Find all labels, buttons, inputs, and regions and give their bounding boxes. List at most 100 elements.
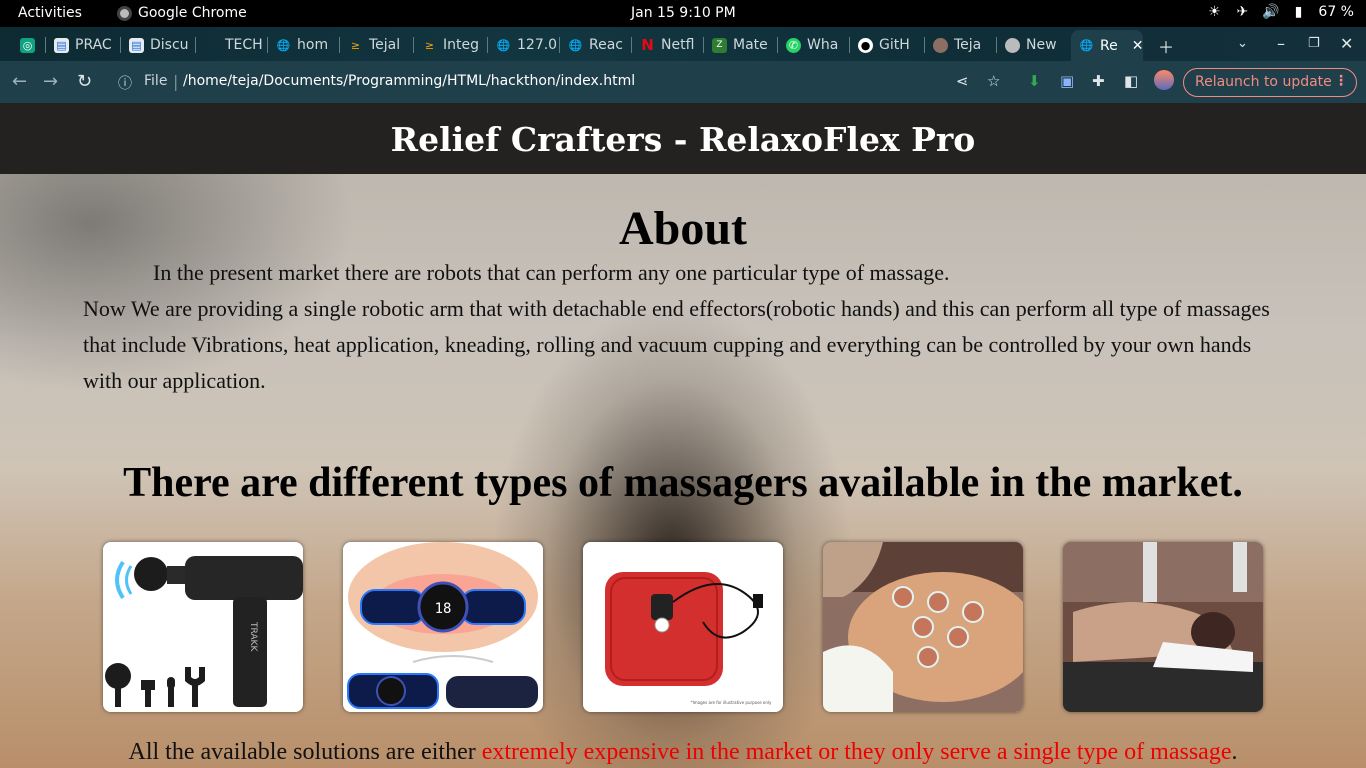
tab-label: PRAC bbox=[75, 37, 112, 53]
side-panel-icon[interactable]: ◧ bbox=[1124, 72, 1138, 90]
system-tray[interactable]: ☀ ✈ 🔊 ▮ 67 % bbox=[1206, 4, 1354, 20]
globe-icon: 🌐 bbox=[276, 38, 291, 52]
tab-whatsapp[interactable]: ✆ Wha bbox=[778, 32, 850, 58]
bookmark-star-icon[interactable]: ☆ bbox=[987, 72, 1000, 90]
app-name: Google Chrome bbox=[138, 5, 247, 21]
document-icon: ▤ bbox=[54, 37, 69, 53]
tab-tech[interactable]: TECH bbox=[196, 32, 268, 58]
netflix-icon: N bbox=[641, 36, 654, 54]
about-heading: About bbox=[618, 202, 748, 255]
tab-mate[interactable]: Z Mate bbox=[704, 32, 778, 58]
relaunch-to-update-button[interactable]: Relaunch to update ⋮ bbox=[1183, 68, 1357, 97]
tab-label: Mate bbox=[733, 37, 768, 53]
activities-button[interactable]: Activities bbox=[18, 5, 82, 21]
chrome-icon bbox=[1005, 37, 1020, 53]
cupping-therapy-image bbox=[823, 542, 1023, 712]
tab-label: hom bbox=[297, 37, 329, 53]
tab-label: Re bbox=[1100, 37, 1118, 54]
tab-label: Teja bbox=[954, 37, 982, 53]
tab-strip: ◎ ▤ PRAC ▤ Discu TECH 🌐 hom ≥ Tejal ≥ In… bbox=[0, 27, 1366, 61]
tab-label: Netfl bbox=[661, 37, 695, 53]
globe-icon: 🌐 bbox=[496, 38, 511, 52]
site-header: Relief Crafters - RelaxoFlex Pro bbox=[0, 103, 1366, 174]
tab-label: Reac bbox=[589, 37, 623, 53]
back-arrow-icon[interactable]: ← bbox=[12, 71, 27, 92]
tab-search-chevron-icon[interactable]: ⌄ bbox=[1237, 36, 1248, 51]
globe-icon: 🌐 bbox=[1079, 39, 1094, 52]
restore-icon[interactable]: ❐ bbox=[1308, 36, 1320, 51]
scheme-label: File bbox=[144, 73, 168, 89]
clock[interactable]: Jan 15 9:10 PM bbox=[631, 5, 736, 21]
massage-gun-image: TRAKK bbox=[103, 542, 303, 712]
codechef-icon: ≥ bbox=[350, 38, 361, 52]
profile-icon bbox=[933, 37, 948, 53]
problem-highlight: extremely expensive in the market or the… bbox=[481, 739, 1232, 765]
github-icon: ● bbox=[858, 37, 873, 53]
tab-github[interactable]: ● GitH bbox=[850, 32, 925, 58]
address-bar[interactable]: ⓘ File | /home/teja/Documents/Programmin… bbox=[110, 67, 1018, 97]
chrome-app-icon bbox=[117, 5, 132, 21]
tab-tejal[interactable]: ≥ Tejal bbox=[340, 32, 414, 58]
problem-prefix: All the available solutions are either bbox=[128, 739, 482, 765]
relaunch-label: Relaunch to update bbox=[1195, 74, 1332, 90]
tab-label: Integ bbox=[443, 37, 479, 53]
brand-label: TRAKK bbox=[248, 621, 258, 652]
airplane-mode-icon: ✈ bbox=[1236, 4, 1249, 20]
profile-avatar-icon[interactable] bbox=[1154, 70, 1174, 90]
volume-icon: 🔊 bbox=[1262, 4, 1280, 20]
tab-chatgpt[interactable]: ◎ bbox=[12, 32, 46, 58]
problem-statement: All the available solutions are either e… bbox=[0, 739, 1366, 766]
tab-label: Wha bbox=[807, 37, 839, 53]
new-tab-icon[interactable]: ＋ bbox=[1158, 34, 1174, 58]
tab-label: GitH bbox=[879, 37, 910, 53]
document-icon: ▤ bbox=[129, 37, 144, 53]
tab-active-relief[interactable]: 🌐 Re ✕ bbox=[1071, 30, 1143, 61]
tab-react[interactable]: 🌐 Reac bbox=[560, 32, 632, 58]
tab-hom[interactable]: 🌐 hom bbox=[268, 32, 340, 58]
massage-chair-image bbox=[1063, 542, 1263, 712]
about-line-2: Now We are providing a single robotic ar… bbox=[83, 296, 1270, 393]
tab-integ[interactable]: ≥ Integ bbox=[414, 32, 488, 58]
site-info-icon[interactable]: ⓘ bbox=[118, 73, 132, 93]
tab-netflix[interactable]: N Netfl bbox=[632, 32, 704, 58]
about-line-1: In the present market there are robots t… bbox=[153, 260, 950, 285]
tab-label: Tejal bbox=[369, 37, 401, 53]
display-readout: 18 bbox=[435, 601, 452, 617]
tab-teja[interactable]: Teja bbox=[925, 32, 997, 58]
tab-localhost[interactable]: 🌐 127.0 bbox=[488, 32, 560, 58]
more-menu-icon[interactable]: ⋮ bbox=[1334, 73, 1348, 89]
system-top-bar: Activities Google Chrome Jan 15 9:10 PM … bbox=[0, 0, 1366, 27]
browser-toolbar: ← → ↻ ⓘ File | /home/teja/Documents/Prog… bbox=[0, 61, 1366, 103]
codechef-icon: ≥ bbox=[424, 38, 435, 52]
tab-label: 127.0 bbox=[517, 37, 558, 53]
download-icon[interactable]: ⬇ bbox=[1028, 72, 1041, 90]
minimize-icon[interactable]: – bbox=[1277, 34, 1285, 53]
extensions-puzzle-icon[interactable]: ✚ bbox=[1092, 72, 1105, 90]
tab-new[interactable]: New bbox=[997, 32, 1071, 58]
close-window-icon[interactable]: ✕ bbox=[1340, 34, 1353, 53]
heat-bag-image: *Images are for illustrative purpose onl… bbox=[583, 542, 783, 712]
translate-extension-icon[interactable]: ▣ bbox=[1060, 72, 1074, 90]
tech-icon bbox=[204, 38, 219, 53]
reload-icon[interactable]: ↻ bbox=[77, 71, 92, 92]
tab-prac[interactable]: ▤ PRAC bbox=[46, 32, 121, 58]
forward-arrow-icon[interactable]: → bbox=[43, 71, 58, 92]
page-viewport: Relief Crafters - RelaxoFlex Pro About I… bbox=[0, 103, 1366, 768]
zoho-icon: Z bbox=[712, 37, 727, 53]
share-icon[interactable]: ⋖ bbox=[956, 72, 969, 90]
url-text[interactable]: /home/teja/Documents/Programming/HTML/ha… bbox=[183, 73, 635, 89]
chatgpt-icon: ◎ bbox=[20, 37, 35, 53]
tab-label: TECH bbox=[225, 37, 263, 53]
divider: | bbox=[173, 72, 179, 91]
disclaimer-caption: *Images are for illustrative purpose onl… bbox=[691, 700, 772, 705]
whatsapp-icon: ✆ bbox=[786, 37, 801, 53]
close-tab-icon[interactable]: ✕ bbox=[1132, 38, 1143, 54]
app-menu[interactable]: Google Chrome bbox=[117, 5, 247, 21]
problem-suffix: . bbox=[1231, 739, 1238, 765]
massager-types-heading: There are different types of massagers a… bbox=[123, 460, 1243, 506]
tab-label: New bbox=[1026, 37, 1057, 53]
battery-icon: ▮ bbox=[1294, 4, 1303, 20]
tab-discu[interactable]: ▤ Discu bbox=[121, 32, 196, 58]
globe-icon: 🌐 bbox=[568, 38, 583, 52]
brightness-icon: ☀ bbox=[1208, 4, 1221, 20]
